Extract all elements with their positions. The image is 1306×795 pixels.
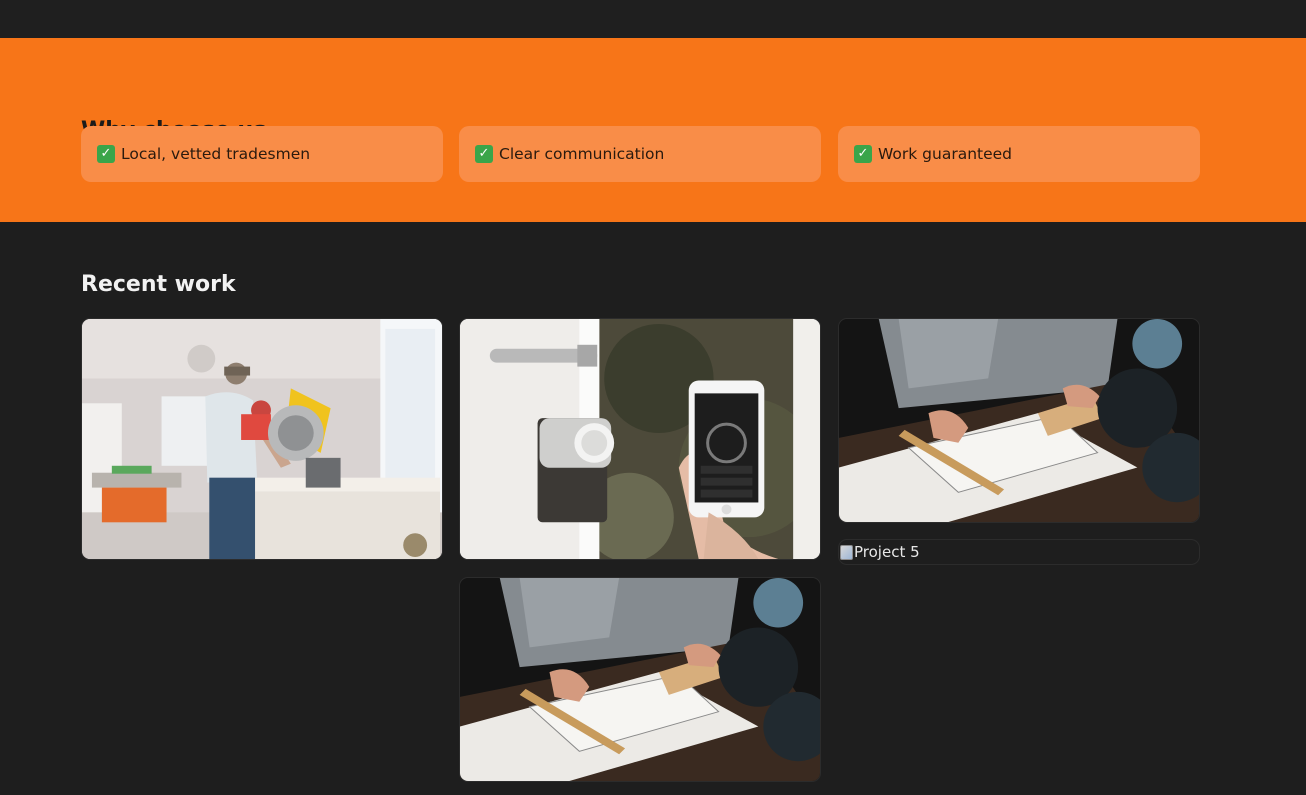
broken-image-placeholder: Project 5 <box>839 540 1199 564</box>
check-mark-icon: ✓ <box>97 145 115 163</box>
feature-label: Local, vetted tradesmen <box>121 145 311 163</box>
broken-image-icon <box>840 544 853 560</box>
project-image-5-broken[interactable]: Project 5 <box>838 539 1200 565</box>
recent-work-heading: Recent work <box>81 272 236 297</box>
project-image-2[interactable] <box>459 318 821 560</box>
feature-card-local-tradesmen: ✓ Local, vetted tradesmen <box>81 126 443 182</box>
check-mark-icon: ✓ <box>854 145 872 163</box>
blueprints-photo <box>460 578 820 781</box>
smart-lock-phone-photo <box>460 319 820 559</box>
project-image-3[interactable] <box>838 318 1200 523</box>
project-image-4[interactable] <box>459 577 821 782</box>
image-alt-text: Project 5 <box>854 543 920 561</box>
feature-card-clear-communication: ✓ Clear communication <box>459 126 821 182</box>
feature-card-work-guaranteed: ✓ Work guaranteed <box>838 126 1200 182</box>
feature-label: Work guaranteed <box>878 145 1013 163</box>
feature-label: Clear communication <box>499 145 665 163</box>
blueprints-photo <box>839 319 1199 522</box>
check-mark-icon: ✓ <box>475 145 493 163</box>
why-choose-us-section: Why choose us ✓ Local, vetted tradesmen … <box>0 38 1306 222</box>
workers-miter-saw-photo <box>82 319 442 559</box>
project-image-1[interactable] <box>81 318 443 560</box>
top-navigation-bar <box>0 0 1306 39</box>
